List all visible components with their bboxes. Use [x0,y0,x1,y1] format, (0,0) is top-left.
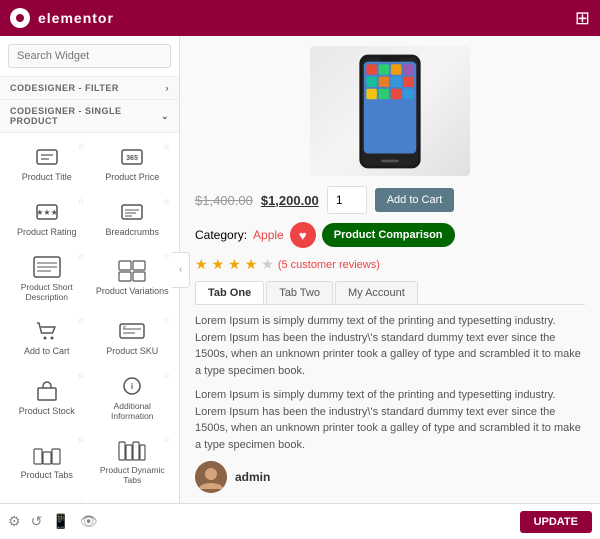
mobile-icon[interactable]: 📱 [52,513,69,530]
star-1: ★ [195,256,208,273]
svg-text:i: i [131,382,133,391]
tabs-row: Tab One Tab Two My Account [195,281,585,305]
widget-product-tabs-label: Product Tabs [21,470,73,481]
old-price: $1,400.00 [195,193,253,208]
widget-breadcrumbs[interactable]: Breadcrumbs ☆ [90,192,176,247]
admin-name: admin [235,470,270,484]
widget-product-categories[interactable]: Product Categories ☆ [90,495,176,503]
widget-product-short-description-label: Product Short Description [9,282,85,302]
content-area: $1,400.00 $1,200.00 Add to Cart Category… [180,36,600,503]
add-to-cart-icon [33,320,61,342]
widget-product-tabs[interactable]: Product Tabs ☆ [4,430,90,494]
add-to-cart-button[interactable]: Add to Cart [375,188,455,212]
product-image [310,46,470,176]
widget-add-to-cart[interactable]: Add to Cart ☆ [4,311,90,366]
category-value[interactable]: Apple [253,228,284,242]
quantity-input[interactable] [327,186,367,214]
admin-row: admin [195,461,585,493]
widget-product-title[interactable]: Product Title ☆ [4,137,90,192]
top-bar: elementor ⊞ [0,0,600,36]
widget-product-stock[interactable]: Product Stock ☆ [4,366,90,430]
product-comparison-button[interactable]: Product Comparison [322,223,455,247]
search-input[interactable] [8,44,171,68]
stars-row: ★ ★ ★ ★ ★ (5 customer reviews) [195,256,585,273]
additional-information-icon: i [118,375,146,397]
widget-product-stock-label: Product Stock [19,406,75,417]
price-row: $1,400.00 $1,200.00 Add to Cart [195,186,585,214]
widget-product-rating-label: Product Rating [17,227,77,238]
codesigner-single-product-header[interactable]: CODESIGNER - SINGLE PRODUCT ⌄ [0,100,179,133]
product-stock-icon [33,380,61,402]
settings-icon[interactable]: ⚙ [8,513,21,530]
star-5: ★ [261,256,274,273]
widget-additional-information-label: Additional Information [95,401,171,421]
svg-text:★★★: ★★★ [36,208,58,217]
product-dynamic-tabs-icon [118,439,146,461]
widget-product-sku[interactable]: # Product SKU ☆ [90,311,176,366]
product-title-icon [33,146,61,168]
widget-additional-information[interactable]: i Additional Information ☆ [90,366,176,430]
history-icon[interactable]: ↺ [31,513,43,530]
sidebar: CODESIGNER - FILTER › CODESIGNER - SINGL… [0,36,180,503]
widget-add-to-cart-label: Add to Cart [24,346,70,357]
widget-product-price-label: Product Price [105,172,159,183]
chevron-down-icon: ⌄ [161,111,169,122]
product-tabs-icon [33,444,61,466]
tab-one[interactable]: Tab One [195,281,264,304]
product-sku-icon: # [118,320,146,342]
product-rating-icon: ★★★ [33,201,61,223]
widget-product-sku-label: Product SKU [106,346,158,357]
search-bar [0,36,179,77]
widget-product-price[interactable]: 365 Product Price ☆ [90,137,176,192]
svg-text:365: 365 [126,155,138,162]
product-short-description-icon [33,256,61,278]
bottom-icons: ⚙ ↺ 📱 👁 [8,513,98,530]
widget-product-dynamic-tabs[interactable]: Product Dynamic Tabs ☆ [90,430,176,494]
star-3: ★ [228,256,241,273]
widget-product-short-description[interactable]: Product Short Description ☆ [4,247,90,311]
tab-my-account[interactable]: My Account [335,281,418,304]
svg-text:#: # [123,325,126,331]
widget-product-title-label: Product Title [22,172,72,183]
product-price-icon: 365 [118,146,146,168]
grid-icon[interactable]: ⊞ [575,8,590,29]
bottom-bar: ⚙ ↺ 📱 👁 UPDATE [0,503,600,539]
codesigner-filter-header[interactable]: CODESIGNER - FILTER › [0,77,179,100]
content-paragraph-2: Lorem Ipsum is simply dummy text of the … [195,387,585,453]
widget-product-meta[interactable]: Product Meta ☆ [4,495,90,503]
review-link[interactable]: (5 customer reviews) [278,259,380,271]
phone-svg [355,54,425,169]
wishlist-button[interactable]: ♥ [290,222,316,248]
app-title: elementor [38,10,114,26]
chevron-right-icon: › [166,83,170,93]
widget-product-rating[interactable]: ★★★ Product Rating ☆ [4,192,90,247]
widget-product-variations-label: Product Variations [96,286,169,297]
widget-product-variations[interactable]: Product Variations ☆ [90,247,176,311]
tab-two[interactable]: Tab Two [266,281,333,304]
breadcrumbs-icon [118,201,146,223]
sidebar-collapse-button[interactable]: ‹ [172,252,190,288]
update-button[interactable]: UPDATE [520,511,592,533]
product-image-area [195,46,585,176]
category-label: Category: [195,228,247,242]
star-4: ★ [245,256,258,273]
star-2: ★ [212,256,225,273]
category-row: Category: Apple ♥ Product Comparison [195,222,585,248]
eye-icon[interactable]: 👁 [80,513,98,530]
content-paragraph-1: Lorem Ipsum is simply dummy text of the … [195,313,585,379]
widget-grid: Product Title ☆ 365 Product Price ☆ ★★★ … [0,133,179,503]
admin-avatar [195,461,227,493]
widget-product-dynamic-tabs-label: Product Dynamic Tabs [95,465,171,485]
new-price: $1,200.00 [261,193,319,208]
widget-breadcrumbs-label: Breadcrumbs [105,227,159,238]
product-variations-icon [118,260,146,282]
